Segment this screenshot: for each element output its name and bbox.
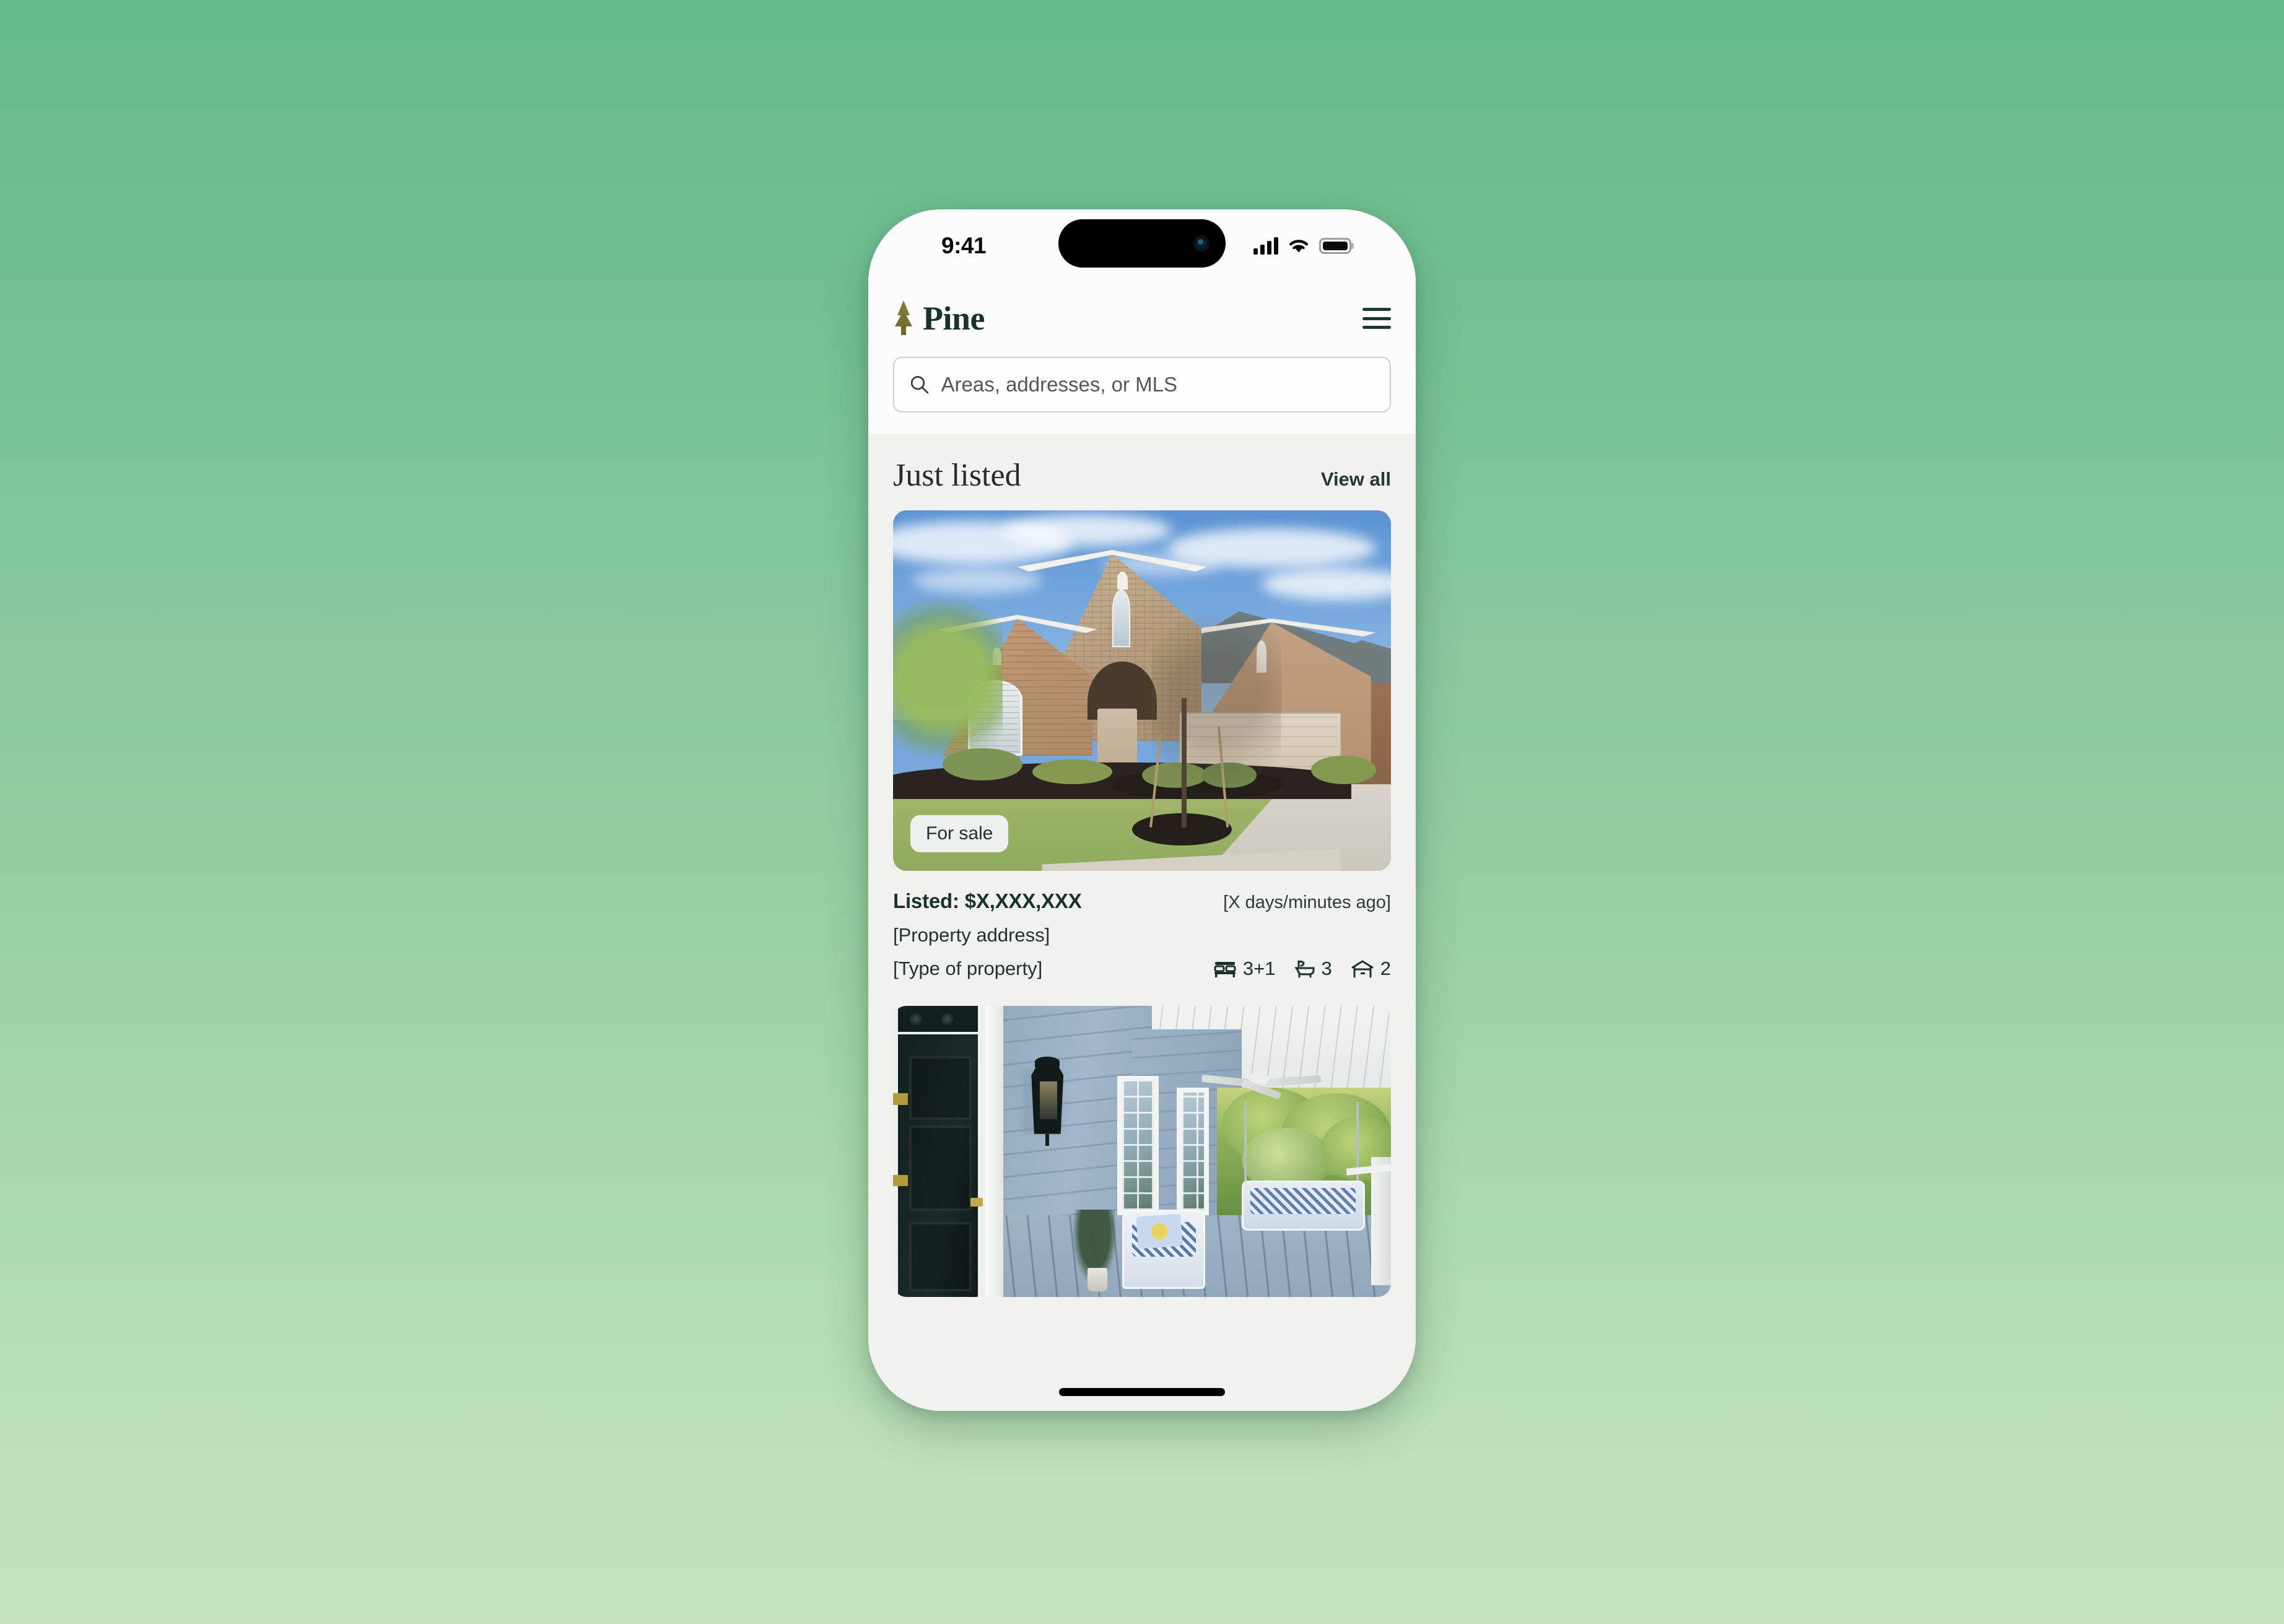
view-all-link[interactable]: View all bbox=[1321, 468, 1391, 491]
bath-icon bbox=[1294, 960, 1314, 978]
listing-time-ago: [X days/minutes ago] bbox=[1223, 893, 1391, 912]
garage-icon bbox=[1351, 960, 1374, 978]
spec-bedrooms-value: 3+1 bbox=[1242, 958, 1276, 979]
search-bar[interactable] bbox=[893, 357, 1391, 413]
spec-bathrooms-value: 3 bbox=[1321, 958, 1332, 979]
hamburger-menu-icon[interactable] bbox=[1362, 308, 1391, 329]
app-header: Pine bbox=[868, 282, 1416, 434]
spec-bedrooms: 3+1 bbox=[1213, 958, 1276, 980]
phone-screen: 9:41 Pine Areas, addresses, or MLS Just … bbox=[868, 209, 1416, 1411]
brand-logo[interactable]: Pine bbox=[893, 299, 985, 338]
brand-name: Pine bbox=[923, 300, 985, 337]
listing-card[interactable]: For sale Listed: $X,XXX,XXX [X days/minu… bbox=[893, 510, 1391, 1002]
listing-price: Listed: $X,XXX,XXX bbox=[893, 889, 1082, 912]
listing-details: Listed: $X,XXX,XXX [X days/minutes ago] … bbox=[893, 871, 1391, 1002]
listing-card[interactable] bbox=[893, 1006, 1391, 1297]
spec-garage-value: 2 bbox=[1380, 958, 1391, 979]
status-bar-time: 9:41 bbox=[941, 233, 987, 258]
status-bar-icons bbox=[1253, 237, 1351, 255]
listing-specs: 3+1 3 2 bbox=[1213, 958, 1391, 980]
status-bar: 9:41 bbox=[868, 209, 1416, 282]
status-badge: For sale bbox=[910, 815, 1009, 852]
spec-bathrooms: 3 bbox=[1294, 958, 1332, 980]
spec-garage: 2 bbox=[1351, 958, 1391, 980]
front-camera-icon bbox=[1193, 235, 1210, 251]
screenshot-stage: 9:41 Pine Areas, addresses, or MLS Just … bbox=[0, 0, 2284, 1624]
section-header: Just listed View all bbox=[893, 434, 1391, 510]
listing-photo[interactable]: For sale bbox=[893, 510, 1391, 871]
search-icon bbox=[910, 376, 929, 394]
home-indicator[interactable] bbox=[1059, 1388, 1225, 1396]
search-input[interactable] bbox=[941, 373, 1375, 396]
dynamic-island bbox=[1058, 219, 1226, 268]
cellular-signal-icon bbox=[1253, 237, 1278, 255]
listing-address: [Property address] bbox=[893, 924, 1050, 946]
pine-tree-icon bbox=[895, 300, 912, 335]
brand-row: Pine bbox=[893, 294, 1391, 343]
blue-porch-with-swing-photo bbox=[893, 1006, 1391, 1297]
listing-property-type: [Type of property] bbox=[893, 958, 1043, 979]
battery-icon bbox=[1319, 238, 1351, 254]
bed-icon bbox=[1214, 962, 1236, 977]
page-title: Just listed bbox=[893, 458, 1021, 493]
listing-type-row: [Type of property] 3+1 3 2 bbox=[893, 958, 1391, 980]
wifi-icon bbox=[1289, 239, 1308, 252]
listing-price-row: Listed: $X,XXX,XXX [X days/minutes ago] bbox=[893, 889, 1391, 913]
content-area: Just listed View all For sale Listed: $X… bbox=[868, 434, 1416, 1411]
phone-mockup: 9:41 Pine Areas, addresses, or MLS Just … bbox=[868, 209, 1416, 1411]
listing-photo[interactable] bbox=[893, 1006, 1391, 1297]
